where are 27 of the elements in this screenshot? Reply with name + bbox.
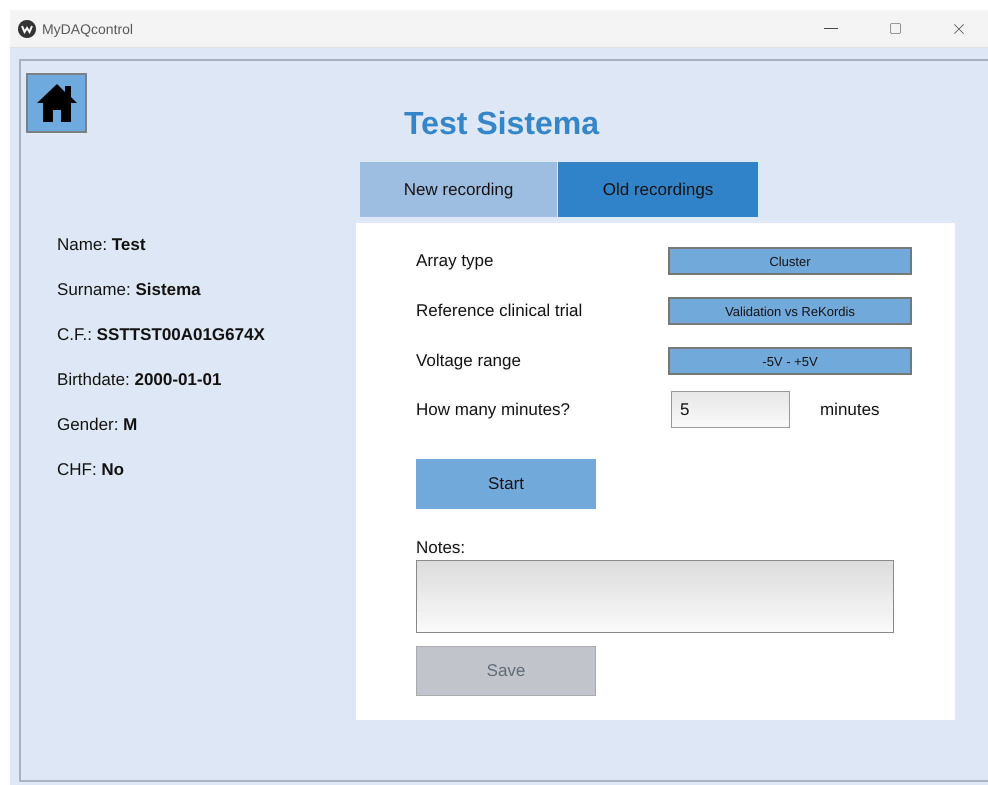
minutes-input[interactable]: 5	[671, 391, 790, 428]
field-label: How many minutes?	[416, 400, 572, 420]
maximize-icon	[888, 22, 902, 35]
dropdown[interactable]: Cluster	[668, 247, 912, 275]
unit-label: minutes	[820, 400, 880, 420]
patient-info: Surname: Sistema	[57, 280, 202, 300]
dropdown[interactable]: Validation vs ReKordis	[668, 297, 912, 325]
notes-label: Notes:	[416, 538, 466, 558]
patient-info: CHF: No	[57, 460, 126, 480]
tab[interactable]: New recording	[360, 162, 557, 217]
page-title: Test Sistema	[404, 104, 600, 142]
patient-info: Gender: M	[57, 415, 138, 435]
window-title: MyDAQcontrol	[42, 20, 134, 36]
home-button[interactable]	[26, 73, 87, 133]
minimize-icon	[824, 28, 838, 30]
dropdown[interactable]: -5V - +5V	[668, 347, 912, 375]
app-logo-icon	[18, 20, 36, 38]
patient-info: Name: Test	[57, 235, 146, 255]
notes-field[interactable]	[416, 560, 894, 633]
home-icon	[34, 81, 78, 125]
patient-info: C.F.: SSTTST00A01G674X	[57, 325, 266, 345]
start-button[interactable]: Start	[416, 459, 596, 509]
patient-info: Birthdate: 2000-01-01	[57, 370, 222, 390]
field-label: Voltage range	[416, 351, 522, 371]
field-label: Array type	[416, 251, 494, 271]
field-label: Reference clinical trial	[416, 301, 584, 321]
tab[interactable]: Old recordings	[558, 162, 758, 217]
